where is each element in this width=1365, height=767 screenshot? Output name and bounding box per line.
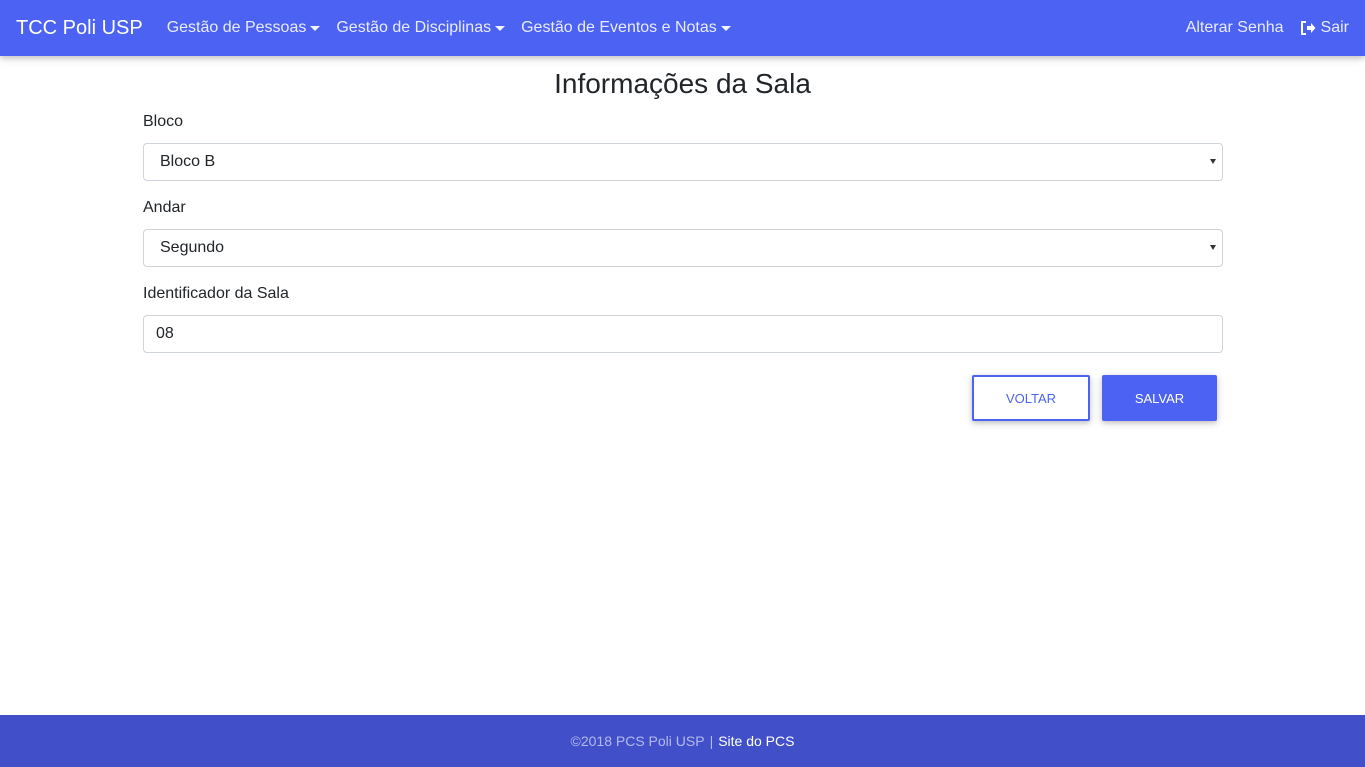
bloco-select-value: Bloco B [160,153,216,170]
signout-link[interactable]: Sair [1300,19,1349,37]
bloco-label: Bloco [143,113,184,130]
sign-out-icon [1300,21,1316,35]
signout-label: Sair [1320,19,1349,36]
menu-gestao-pessoas[interactable]: Gestão de Pessoas [167,19,321,37]
menu-gestao-pessoas-label: Gestão de Pessoas [166,19,307,36]
save-button[interactable]: SALVAR [1102,375,1217,421]
change-password-label: Alterar Senha [1185,19,1284,36]
bloco-select[interactable]: Bloco B [143,143,1223,181]
navbar-right: Alterar Senha Sair [1170,19,1349,37]
footer-pcs-link[interactable]: Site do PCS [718,733,794,749]
menu-gestao-disciplinas-label: Gestão de Disciplinas [336,19,492,36]
menu-gestao-eventos-notas[interactable]: Gestão de Eventos e Notas [521,19,731,37]
andar-label: Andar [143,199,186,216]
caret-down-icon [495,25,506,31]
brand-link[interactable]: TCC Poli USP [16,17,143,40]
dropdown-arrow-icon [1210,245,1216,250]
identificador-label: Identificador da Sala [143,285,289,302]
page-title: Informações da Sala [554,68,811,99]
menu-gestao-eventos-notas-label: Gestão de Eventos e Notas [521,19,717,36]
identificador-input-value: 08 [156,325,174,342]
top-navbar: TCC Poli USP Gestão de Pessoas Gestão de… [0,0,1365,56]
menu-gestao-disciplinas[interactable]: Gestão de Disciplinas [336,19,506,37]
caret-down-icon [720,25,731,31]
back-button[interactable]: VOLTAR [972,375,1090,421]
change-password-link[interactable]: Alterar Senha [1186,19,1284,37]
identificador-input[interactable]: 08 [143,315,1223,353]
dropdown-arrow-icon [1210,159,1216,164]
andar-select-value: Segundo [160,239,225,256]
caret-down-icon [310,25,321,31]
footer-separator: | [709,733,714,749]
andar-select[interactable]: Segundo [143,229,1223,267]
room-form: Bloco Bloco B Andar Segundo Identificado… [143,113,1223,371]
page-footer: ©2018 PCS Poli USP | Site do PCS [0,715,1365,767]
footer-copyright: ©2018 PCS Poli USP [570,733,705,749]
